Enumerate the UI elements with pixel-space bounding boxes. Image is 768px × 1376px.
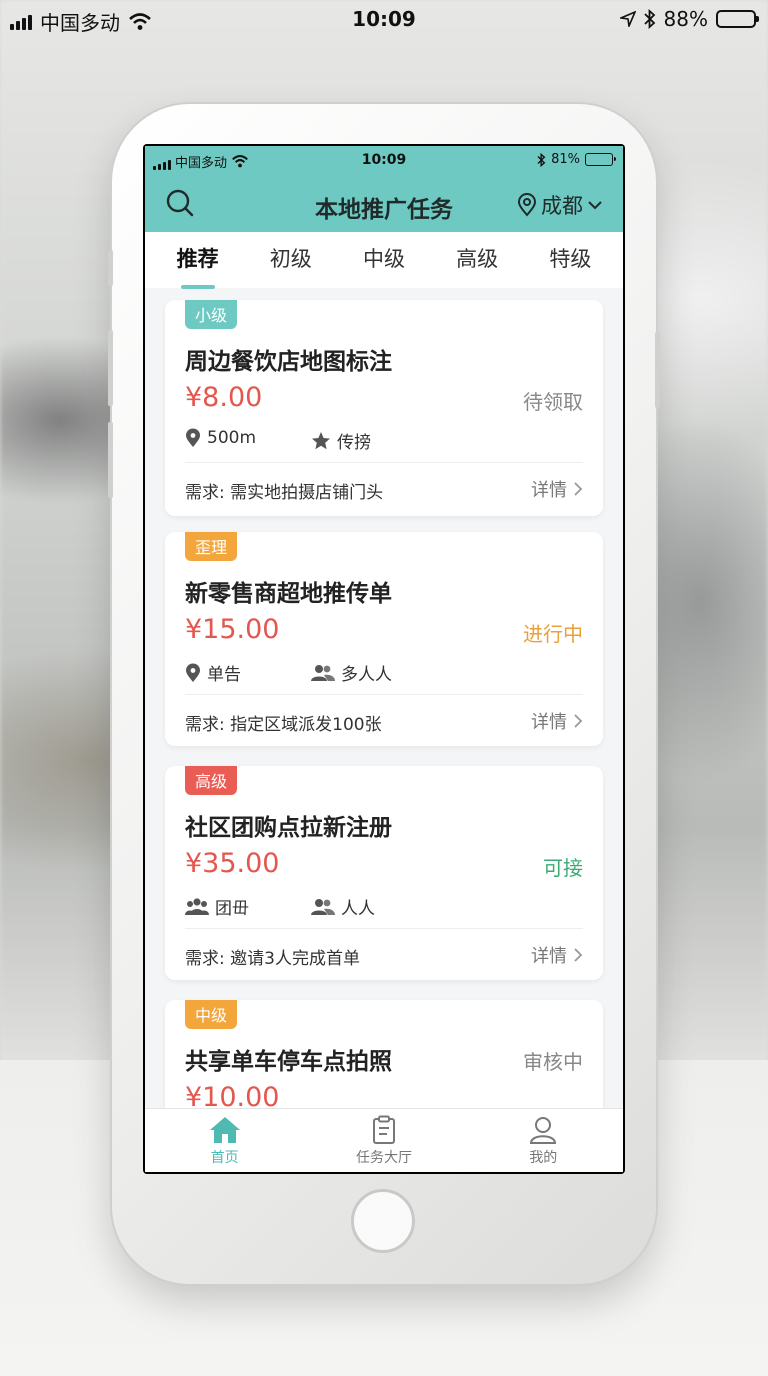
home-button[interactable] — [351, 1189, 415, 1253]
location-pin-icon — [186, 663, 200, 682]
city-label: 成都 — [541, 194, 583, 218]
tab-advanced[interactable]: 高级 — [456, 243, 498, 277]
level-tag: 高级 — [185, 766, 238, 795]
users-icon — [311, 664, 335, 681]
level-tag: 歪理 — [185, 532, 238, 561]
app-status-bar: 中国多动 10:09 81% — [145, 146, 623, 174]
bottom-tab-bar: 首页 任务大厅 我的 — [145, 1108, 623, 1172]
card-divider — [185, 928, 583, 929]
volume-down-button — [108, 422, 113, 498]
task-price: ¥35.00 — [185, 848, 280, 879]
tab-special[interactable]: 特级 — [549, 243, 591, 277]
phone-screen: 中国多动 10:09 81% 本地推广任务 成都 推荐 初级 中级 高级 特级 … — [143, 144, 625, 1174]
location-pin-icon — [517, 193, 537, 217]
users-icon — [311, 898, 335, 915]
task-price: ¥8.00 — [185, 382, 263, 413]
task-list: 小级 周边餐饮店地图标注 ¥8.00 待领取 500m 传搒 需求: 需实地拍摄… — [145, 288, 623, 1108]
level-tag: 小级 — [185, 300, 238, 329]
task-requirement: 需求: 指定区域派发100张 — [185, 715, 382, 735]
level-tag: 中级 — [185, 1000, 238, 1029]
tab-intermediate[interactable]: 中级 — [363, 243, 405, 277]
app-header: 中国多动 10:09 81% 本地推广任务 成都 — [145, 146, 623, 232]
task-title: 共享单车停车点拍照 — [185, 1049, 392, 1075]
volume-up-button — [108, 330, 113, 406]
battery-icon — [585, 153, 616, 166]
task-card[interactable]: 小级 周边餐饮店地图标注 ¥8.00 待领取 500m 传搒 需求: 需实地拍摄… — [165, 300, 603, 516]
tabbar-task-hall[interactable]: 任务大厅 — [324, 1109, 444, 1172]
card-divider — [185, 462, 583, 463]
detail-link[interactable]: 详情 — [531, 476, 583, 502]
tabbar-home[interactable]: 首页 — [165, 1109, 285, 1172]
tab-recommend[interactable]: 推荐 — [177, 243, 219, 277]
chevron-right-icon — [574, 948, 583, 962]
type-meta: 传搒 — [311, 428, 371, 453]
task-title: 社区团购点拉新注册 — [185, 815, 392, 841]
star-icon — [312, 431, 330, 449]
task-title: 新零售商超地推传单 — [185, 581, 392, 607]
detail-link[interactable]: 详情 — [531, 708, 583, 734]
task-status: 待领取 — [523, 390, 583, 414]
chevron-right-icon — [574, 714, 583, 728]
task-price: ¥15.00 — [185, 614, 280, 645]
device-status-bar: 中国多动 10:09 88% — [0, 0, 768, 40]
location-meta: 单告 — [185, 660, 241, 685]
tabbar-mine[interactable]: 我的 — [483, 1109, 603, 1172]
bluetooth-icon — [537, 152, 546, 167]
card-divider — [185, 694, 583, 695]
mute-switch — [108, 250, 113, 286]
distance-meta: 500m — [185, 428, 256, 448]
people-meta: 人人 — [311, 894, 375, 919]
nav-bar: 本地推广任务 成都 — [145, 180, 623, 228]
chevron-down-icon — [588, 201, 602, 210]
location-arrow-icon — [619, 11, 636, 27]
phone-mockup: 中国多动 10:09 81% 本地推广任务 成都 推荐 初级 中级 高级 特级 … — [108, 104, 660, 1284]
task-status: 可接 — [543, 856, 583, 880]
task-card[interactable]: 高级 社区团购点拉新注册 ¥35.00 可接 团毌 人人 需求: 邀请3人完成首… — [165, 766, 603, 980]
task-status: 审核中 — [523, 1050, 583, 1074]
battery-percent: 88% — [663, 7, 708, 31]
group-icon — [185, 897, 209, 915]
task-requirement: 需求: 需实地拍摄店铺门头 — [185, 483, 384, 503]
level-tabs: 推荐 初级 中级 高级 特级 — [145, 232, 623, 288]
task-requirement: 需求: 邀请3人完成首单 — [185, 949, 360, 969]
bluetooth-icon — [643, 9, 655, 29]
task-card[interactable]: 歪理 新零售商超地推传单 ¥15.00 进行中 单告 多人人 需求: 指定区域派… — [165, 532, 603, 746]
task-card[interactable]: 中级 共享单车停车点拍照 审核中 ¥10.00 — [165, 1000, 603, 1108]
detail-link[interactable]: 详情 — [531, 942, 583, 968]
group-meta: 团毌 — [185, 894, 249, 919]
task-status: 进行中 — [523, 622, 583, 646]
battery-icon — [716, 10, 759, 28]
user-icon — [530, 1117, 557, 1144]
tab-beginner[interactable]: 初级 — [270, 243, 312, 277]
power-button — [655, 332, 660, 408]
battery-percent: 81% — [551, 152, 580, 167]
clipboard-icon — [372, 1115, 395, 1144]
people-meta: 多人人 — [311, 660, 392, 685]
task-price: ¥10.00 — [185, 1082, 280, 1108]
location-pin-icon — [186, 428, 200, 447]
home-icon — [209, 1117, 240, 1143]
chevron-right-icon — [574, 482, 583, 496]
task-title: 周边餐饮店地图标注 — [185, 349, 392, 375]
city-selector[interactable]: 成都 — [517, 190, 603, 220]
